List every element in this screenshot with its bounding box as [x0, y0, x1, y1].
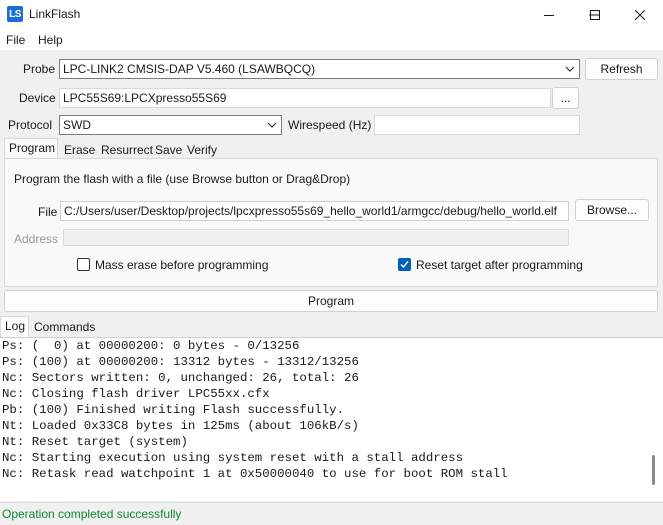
log-line: Ps: (100) at 00000200: 13312 bytes - 133… — [2, 355, 359, 369]
protocol-label: Protocol — [8, 118, 53, 132]
program-button[interactable]: Program — [4, 290, 658, 312]
device-field[interactable]: LPC55S69:LPCXpresso55S69 — [59, 88, 551, 108]
tab-resurrect[interactable]: Resurrect — [96, 140, 158, 159]
menu-bar: File Help — [0, 30, 663, 50]
close-icon — [635, 10, 645, 20]
protocol-select-value: SWD — [63, 118, 91, 132]
address-field[interactable] — [63, 229, 569, 246]
mass-erase-label: Mass erase before programming — [95, 258, 269, 272]
device-label: Device — [19, 91, 56, 105]
maximize-icon — [590, 10, 600, 20]
menu-file[interactable]: File — [6, 33, 25, 47]
wirespeed-field[interactable] — [374, 115, 580, 135]
app-icon: LS — [7, 6, 23, 22]
log-line: Nt: Reset target (system) — [2, 435, 188, 449]
program-hint: Program the flash with a file (use Brows… — [14, 172, 351, 186]
log-line: Nc: Closing flash driver LPC55xx.cfx — [2, 387, 270, 401]
mass-erase-checkbox[interactable] — [77, 258, 90, 271]
tab-commands[interactable]: Commands — [29, 317, 100, 336]
probe-label: Probe — [23, 62, 56, 76]
file-path-field[interactable]: C:/Users/user/Desktop/projects/lpcxpress… — [60, 201, 569, 221]
status-bar: Operation completed successfully — [0, 502, 663, 525]
log-line: Nc: Starting execution using system rese… — [2, 451, 464, 465]
chevron-down-icon — [267, 122, 277, 128]
device-browse-button[interactable]: ... — [552, 87, 579, 109]
close-button[interactable] — [617, 0, 663, 30]
reset-target-label: Reset target after programming — [416, 258, 583, 272]
log-output[interactable]: Ps: ( 0) at 00000200: 0 bytes - 0/13256 … — [0, 337, 663, 501]
tab-log[interactable]: Log — [0, 316, 29, 337]
file-browse-button[interactable]: Browse... — [575, 199, 649, 221]
probe-select[interactable]: LPC-LINK2 CMSIS-DAP V5.460 (LSAWBQCQ) — [59, 59, 580, 79]
log-line: Nc: Retask read watchpoint 1 at 0x500000… — [2, 467, 508, 481]
maximize-button-visual[interactable] — [572, 0, 618, 30]
window-title: LinkFlash — [29, 7, 81, 21]
refresh-button[interactable]: Refresh — [585, 58, 658, 80]
log-line: Nc: Sectors written: 0, unchanged: 26, t… — [2, 371, 359, 385]
reset-target-checkbox[interactable] — [398, 258, 411, 271]
log-line: Pb: (100) Finished writing Flash success… — [2, 403, 345, 417]
probe-select-value: LPC-LINK2 CMSIS-DAP V5.460 (LSAWBQCQ) — [63, 62, 316, 76]
wirespeed-label: Wirespeed (Hz) — [288, 118, 372, 132]
log-line: Ps: ( 0) at 00000200: 0 bytes - 0/13256 — [2, 339, 300, 353]
program-panel: Program the flash with a file (use Brows… — [4, 158, 658, 287]
protocol-select[interactable]: SWD — [59, 115, 282, 135]
minimize-button-visual[interactable] — [526, 0, 572, 30]
address-label: Address — [14, 232, 59, 246]
minimize-icon — [544, 15, 554, 16]
tab-erase[interactable]: Erase — [59, 140, 100, 159]
checkmark-icon — [400, 261, 409, 269]
chevron-down-icon — [565, 66, 575, 72]
tab-program[interactable]: Program — [4, 138, 58, 159]
file-label: File — [38, 205, 58, 219]
log-scrollbar[interactable] — [652, 455, 655, 485]
tab-verify[interactable]: Verify — [182, 140, 222, 159]
menu-help[interactable]: Help — [38, 33, 63, 47]
log-line: Nt: Loaded 0x33C8 bytes in 125ms (about … — [2, 419, 359, 433]
